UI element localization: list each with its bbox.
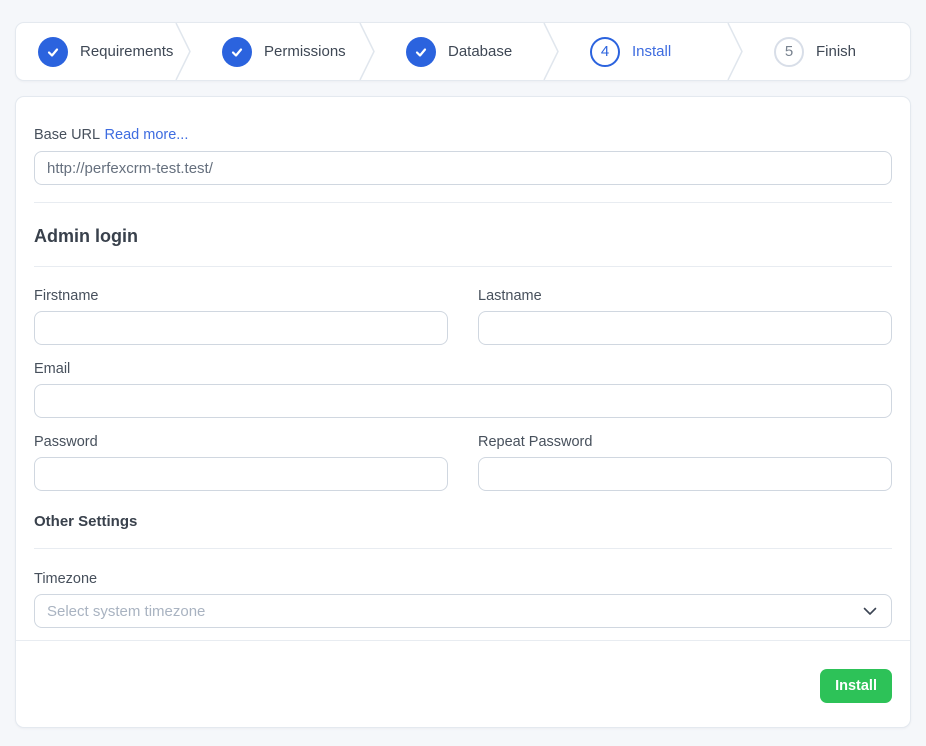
check-circle-icon bbox=[222, 37, 252, 67]
timezone-select[interactable]: Select system timezone bbox=[34, 594, 892, 628]
email-input[interactable] bbox=[34, 384, 892, 418]
password-group: Password bbox=[34, 432, 448, 491]
step-separator-icon bbox=[726, 23, 752, 80]
step-requirements[interactable]: Requirements bbox=[16, 23, 174, 80]
firstname-input[interactable] bbox=[34, 311, 448, 345]
base-url-input[interactable] bbox=[34, 151, 892, 185]
lastname-label: Lastname bbox=[478, 286, 892, 306]
install-wizard-stepper: Requirements Permissions Database bbox=[15, 22, 911, 81]
lastname-input[interactable] bbox=[478, 311, 892, 345]
read-more-link[interactable]: Read more... bbox=[105, 127, 189, 143]
form-body: Base URL Read more... Admin login Firstn… bbox=[16, 97, 910, 640]
check-icon bbox=[413, 44, 429, 60]
email-label: Email bbox=[34, 359, 892, 379]
step-separator-icon bbox=[174, 23, 200, 80]
page: Requirements Permissions Database bbox=[0, 0, 926, 728]
step-label: Permissions bbox=[264, 43, 346, 60]
check-icon bbox=[45, 44, 61, 60]
step-separator-icon bbox=[358, 23, 384, 80]
repeat-password-label: Repeat Password bbox=[478, 432, 892, 452]
step-label: Database bbox=[448, 43, 512, 60]
check-icon bbox=[229, 44, 245, 60]
password-input[interactable] bbox=[34, 457, 448, 491]
step-number-badge: 4 bbox=[590, 37, 620, 67]
other-settings-heading: Other Settings bbox=[34, 511, 892, 533]
password-row: Password Repeat Password bbox=[34, 432, 892, 491]
step-database[interactable]: Database bbox=[384, 23, 542, 80]
timezone-placeholder: Select system timezone bbox=[47, 603, 205, 620]
install-button[interactable]: Install bbox=[820, 669, 892, 703]
step-number-badge: 5 bbox=[774, 37, 804, 67]
check-circle-icon bbox=[38, 37, 68, 67]
email-group: Email bbox=[34, 359, 892, 418]
divider bbox=[34, 202, 892, 203]
repeat-password-group: Repeat Password bbox=[478, 432, 892, 491]
base-url-label-row: Base URL Read more... bbox=[34, 125, 892, 145]
chevron-down-icon bbox=[863, 607, 877, 616]
step-label: Finish bbox=[816, 43, 856, 60]
admin-login-heading: Admin login bbox=[34, 223, 892, 249]
timezone-label: Timezone bbox=[34, 569, 892, 589]
check-circle-icon bbox=[406, 37, 436, 67]
lastname-group: Lastname bbox=[478, 286, 892, 345]
step-finish[interactable]: 5 Finish bbox=[752, 23, 910, 80]
step-label: Install bbox=[632, 43, 671, 60]
base-url-label: Base URL bbox=[34, 127, 100, 143]
step-permissions[interactable]: Permissions bbox=[200, 23, 358, 80]
name-row: Firstname Lastname bbox=[34, 286, 892, 345]
timezone-group: Timezone Select system timezone bbox=[34, 569, 892, 628]
repeat-password-input[interactable] bbox=[478, 457, 892, 491]
step-separator-icon bbox=[542, 23, 568, 80]
firstname-label: Firstname bbox=[34, 286, 448, 306]
step-install[interactable]: 4 Install bbox=[568, 23, 726, 80]
firstname-group: Firstname bbox=[34, 286, 448, 345]
form-footer: Install bbox=[16, 640, 910, 727]
step-label: Requirements bbox=[80, 43, 173, 60]
install-form-card: Base URL Read more... Admin login Firstn… bbox=[15, 96, 911, 728]
divider bbox=[34, 266, 892, 267]
divider bbox=[34, 548, 892, 549]
password-label: Password bbox=[34, 432, 448, 452]
